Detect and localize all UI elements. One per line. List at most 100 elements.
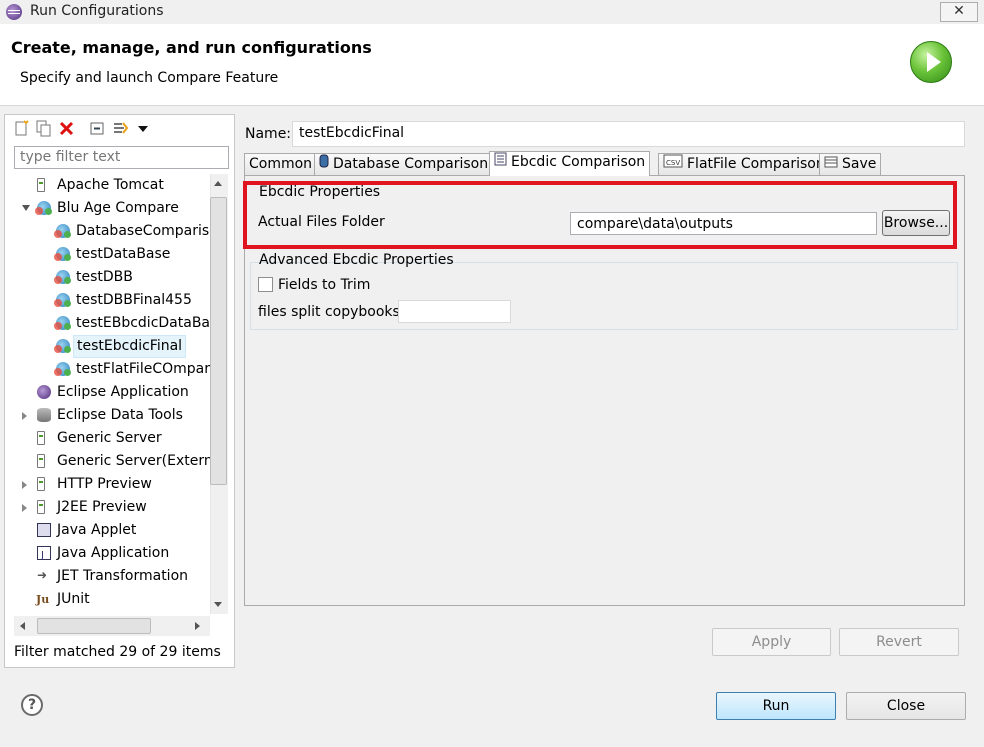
tree-item[interactable]: Apache Tomcat xyxy=(10,174,210,197)
duplicate-icon[interactable] xyxy=(35,120,52,137)
run-button[interactable]: Run xyxy=(716,692,836,720)
apply-button[interactable]: Apply xyxy=(712,628,831,656)
header-subtitle: Specify and launch Compare Feature xyxy=(20,70,279,86)
tree-item[interactable]: Eclipse Application xyxy=(10,381,210,404)
server-icon xyxy=(37,431,45,445)
view-menu-icon[interactable] xyxy=(135,120,152,137)
tree-item[interactable]: testDBB xyxy=(10,266,210,289)
tree-item[interactable]: Java Application xyxy=(10,542,210,567)
compare-icon xyxy=(54,224,71,238)
revert-button[interactable]: Revert xyxy=(839,628,959,656)
tree-item[interactable]: Blu Age Compare xyxy=(10,197,210,220)
configuration-tree: Apache Tomcat Blu Age Compare DatabaseComp… xyxy=(10,174,210,614)
tree-item[interactable]: JET Transformation xyxy=(10,564,210,588)
tree-item[interactable]: Generic Server(External xyxy=(10,450,210,473)
tree-item[interactable]: JUnit xyxy=(10,588,210,611)
compare-icon xyxy=(54,247,71,261)
applet-icon xyxy=(37,523,51,537)
tab-database-comparison[interactable]: Database Comparison xyxy=(314,153,494,175)
filter-input[interactable]: type filter text xyxy=(14,146,229,169)
tree-item-label: Generic Server xyxy=(57,430,162,446)
collapse-all-icon[interactable] xyxy=(89,120,106,137)
tree-item-label: testFlatFileCOmparis xyxy=(76,361,210,377)
tree-item[interactable]: testEbcdicFinal xyxy=(10,335,210,358)
junit-icon xyxy=(36,588,51,611)
compare-icon xyxy=(35,201,52,215)
tab-save[interactable]: Save xyxy=(819,153,882,175)
tree-item-label: testDBBFinal455 xyxy=(76,292,192,308)
server-icon xyxy=(37,454,45,468)
scroll-right-icon[interactable] xyxy=(195,622,200,630)
collapsed-arrow-icon[interactable] xyxy=(22,481,27,489)
tree-item[interactable]: testDataBase xyxy=(10,243,210,266)
tree-item-label: Eclipse Application xyxy=(57,384,189,400)
scrollbar-thumb[interactable] xyxy=(37,618,151,634)
collapsed-arrow-icon[interactable] xyxy=(22,504,27,512)
tree-item-label: testDataBase xyxy=(76,246,171,262)
tree-item[interactable]: Java Applet xyxy=(10,519,210,542)
name-label: Name: xyxy=(245,126,292,142)
compare-icon xyxy=(54,316,71,330)
document-icon xyxy=(494,152,507,172)
database-icon xyxy=(37,408,51,422)
help-icon[interactable]: ? xyxy=(21,694,43,716)
new-configuration-icon[interactable] xyxy=(13,120,30,137)
filter-icon[interactable] xyxy=(112,120,129,137)
tree-item-label: testEbcdicFinal xyxy=(73,335,187,358)
tree-item[interactable]: testEBbcdicDataBas xyxy=(10,312,210,335)
server-icon xyxy=(37,178,45,192)
name-input[interactable]: testEbcdicFinal xyxy=(292,121,965,147)
tree-item-label: Blu Age Compare xyxy=(57,200,179,216)
delete-icon[interactable] xyxy=(58,120,75,137)
tree-item[interactable]: HTTP Preview xyxy=(10,473,210,496)
tab-common[interactable]: Common xyxy=(244,153,318,175)
scroll-up-icon[interactable] xyxy=(214,181,222,186)
java-app-icon xyxy=(37,544,51,567)
tree-item[interactable]: testDBBFinal455 xyxy=(10,289,210,312)
tab-label: Database Comparison xyxy=(333,156,489,172)
split-copybooks-label: files split copybooks xyxy=(258,304,400,320)
scroll-left-icon[interactable] xyxy=(20,622,25,630)
dialog-header xyxy=(0,24,984,106)
tree-item-label: testDBB xyxy=(76,269,133,285)
tab-label: Save xyxy=(842,156,877,172)
tree-item-label: DatabaseCompariso xyxy=(76,223,210,239)
tree-item[interactable]: Generic Server xyxy=(10,427,210,450)
compare-icon xyxy=(54,362,71,376)
tree-item-label: Java Application xyxy=(57,545,170,561)
tree-item[interactable]: J2EE Preview xyxy=(10,496,210,519)
tab-ebcdic-comparison[interactable]: Ebcdic Comparison xyxy=(489,151,651,176)
tree-item-label: JET Transformation xyxy=(57,568,189,584)
run-banner-icon xyxy=(910,41,952,83)
expanded-arrow-icon[interactable] xyxy=(22,205,30,211)
filter-status: Filter matched 29 of 29 items xyxy=(14,644,221,660)
split-copybooks-input[interactable] xyxy=(398,300,511,323)
table-icon xyxy=(824,154,838,174)
eclipse-icon xyxy=(6,4,22,20)
compare-icon xyxy=(54,293,71,307)
tree-item[interactable]: DatabaseCompariso xyxy=(10,220,210,243)
compare-icon xyxy=(54,339,71,353)
tree-item-label: Java Applet xyxy=(57,522,137,538)
fields-to-trim-checkbox[interactable] xyxy=(258,277,273,292)
tree-item[interactable]: Eclipse Data Tools xyxy=(10,404,210,427)
highlight-box xyxy=(243,181,957,249)
eclipse-icon xyxy=(37,385,51,399)
close-button[interactable]: Close xyxy=(846,692,966,720)
jet-icon xyxy=(37,564,51,587)
svg-text:CSV: CSV xyxy=(666,159,680,167)
window-title: Run Configurations xyxy=(30,3,164,19)
server-icon xyxy=(37,500,45,514)
tree-item-label: Apache Tomcat xyxy=(57,177,164,193)
window-close-button[interactable]: ✕ xyxy=(940,2,978,22)
tree-item[interactable]: testFlatFileCOmparis xyxy=(10,358,210,381)
tab-label: Ebcdic Comparison xyxy=(511,154,646,170)
scroll-down-icon[interactable] xyxy=(214,602,222,607)
fields-to-trim-label: Fields to Trim xyxy=(278,277,371,293)
collapsed-arrow-icon[interactable] xyxy=(22,412,27,420)
tab-label: FlatFile Comparison xyxy=(687,156,825,172)
csv-icon: CSV xyxy=(663,154,683,174)
tab-flatfile-comparison[interactable]: CSV FlatFile Comparison xyxy=(658,153,830,175)
header-title: Create, manage, and run configurations xyxy=(11,38,372,57)
scrollbar-thumb[interactable] xyxy=(210,197,227,485)
